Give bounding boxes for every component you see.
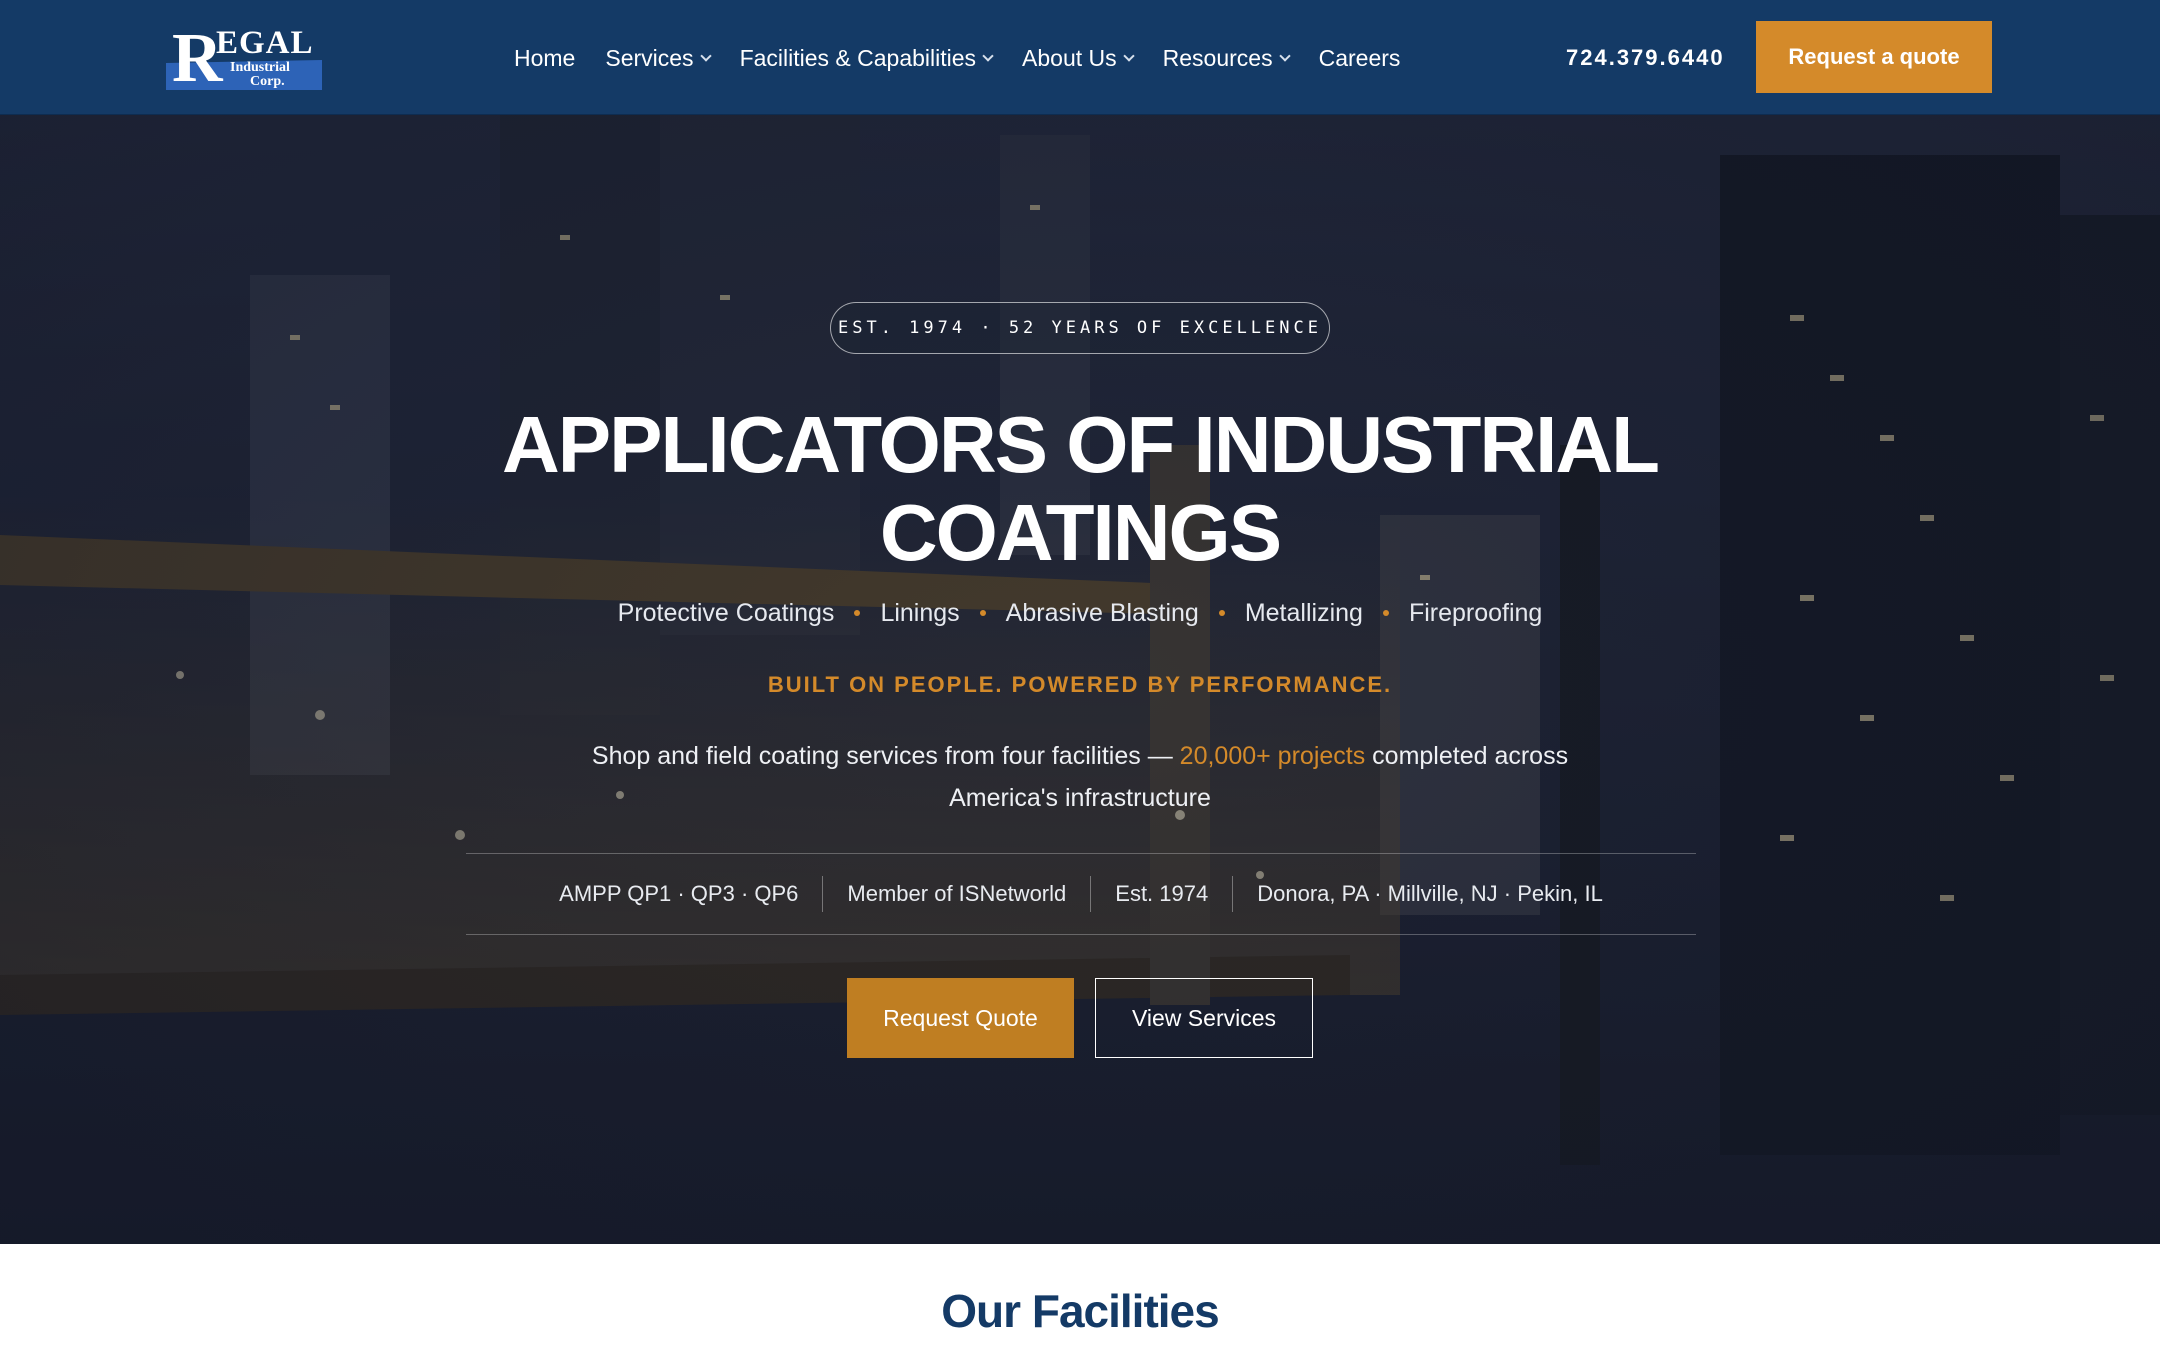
nav-item-resources[interactable]: Resources	[1162, 40, 1291, 76]
chevron-down-icon	[1122, 49, 1135, 62]
logo-wordmark: EGAL	[216, 25, 314, 61]
service-abrasive-blasting: Abrasive Blasting	[1005, 598, 1199, 627]
credentials-bar: AMPP QP1 · QP3 · QP6 Member of ISNetworl…	[466, 853, 1696, 935]
nav-item-about[interactable]: About Us	[1022, 40, 1135, 76]
regal-logo[interactable]: R EGAL Industrial Corp.	[166, 20, 322, 97]
nav-item-home[interactable]: Home	[514, 40, 575, 76]
facilities-section: Our Facilities	[0, 1244, 2160, 1350]
established-badge: EST. 1974 · 52 YEARS OF EXCELLENCE	[830, 302, 1330, 354]
nav-item-label: Facilities & Capabilities	[739, 45, 977, 71]
hero-section: EST. 1974 · 52 YEARS OF EXCELLENCE APPLI…	[0, 115, 2160, 1244]
request-quote-button[interactable]: Request Quote	[847, 978, 1074, 1058]
chevron-down-icon	[982, 49, 994, 62]
nav-item-label: Home	[514, 45, 576, 71]
nav-item-facilities[interactable]: Facilities & Capabilities	[739, 40, 994, 76]
service-protective-coatings: Protective Coatings	[617, 598, 835, 627]
phone-link[interactable]: 724.379.6440	[1566, 40, 1725, 76]
nav-item-careers[interactable]: Careers	[1319, 40, 1401, 76]
description-text: Shop and field coating services from fou…	[591, 742, 1180, 770]
fact-certifications: AMPP QP1 · QP3 · QP6	[559, 881, 799, 906]
nav-item-label: Careers	[1318, 45, 1401, 71]
hero-title: APPLICATORS OF INDUSTRIAL COATINGS	[380, 401, 1780, 577]
hero-title-line-1: APPLICATORS OF INDUSTRIAL	[502, 400, 1660, 489]
services-list: Protective Coatings Linings Abrasive Bla…	[380, 595, 1780, 631]
service-fireproofing: Fireproofing	[1408, 598, 1543, 627]
logo-initial: R	[172, 20, 223, 97]
request-a-quote-button[interactable]: Request a quote	[1756, 21, 1992, 93]
logo-subline-corp: Corp.	[250, 74, 285, 89]
nav-item-label: Resources	[1162, 45, 1273, 71]
logo-subline-industrial: Industrial	[230, 60, 290, 75]
chevron-down-icon	[1278, 49, 1291, 62]
bullet-dot-icon	[1218, 610, 1225, 616]
fact-isnetworld: Member of ISNetworld	[847, 881, 1067, 906]
bullet-dot-icon	[979, 610, 986, 616]
bullet-dot-icon	[854, 610, 861, 616]
section-title: Our Facilities	[941, 1285, 1219, 1337]
fact-established: Est. 1974	[1115, 881, 1209, 906]
nav-item-label: About Us	[1022, 45, 1117, 71]
main-nav: Home Services Facilities & Capabilities …	[514, 40, 1430, 76]
view-services-button[interactable]: View Services	[1095, 978, 1313, 1058]
nav-item-services[interactable]: Services	[605, 40, 712, 76]
projects-count-highlight: 20,000+ projects	[1179, 742, 1366, 770]
hero-title-line-2: COATINGS	[879, 488, 1282, 577]
chevron-down-icon	[699, 49, 712, 62]
bullet-dot-icon	[1382, 610, 1389, 616]
nav-item-label: Services	[605, 45, 694, 71]
service-metallizing: Metallizing	[1244, 598, 1363, 627]
site-header: R EGAL Industrial Corp. Home Services Fa…	[0, 0, 2160, 115]
service-linings: Linings	[880, 598, 960, 627]
fact-locations: Donora, PA · Millville, NJ · Pekin, IL	[1257, 881, 1603, 906]
hero-tagline: BUILT ON PEOPLE. POWERED BY PERFORMANCE.	[767, 672, 1393, 697]
hero-description: Shop and field coating services from fou…	[580, 735, 1580, 819]
